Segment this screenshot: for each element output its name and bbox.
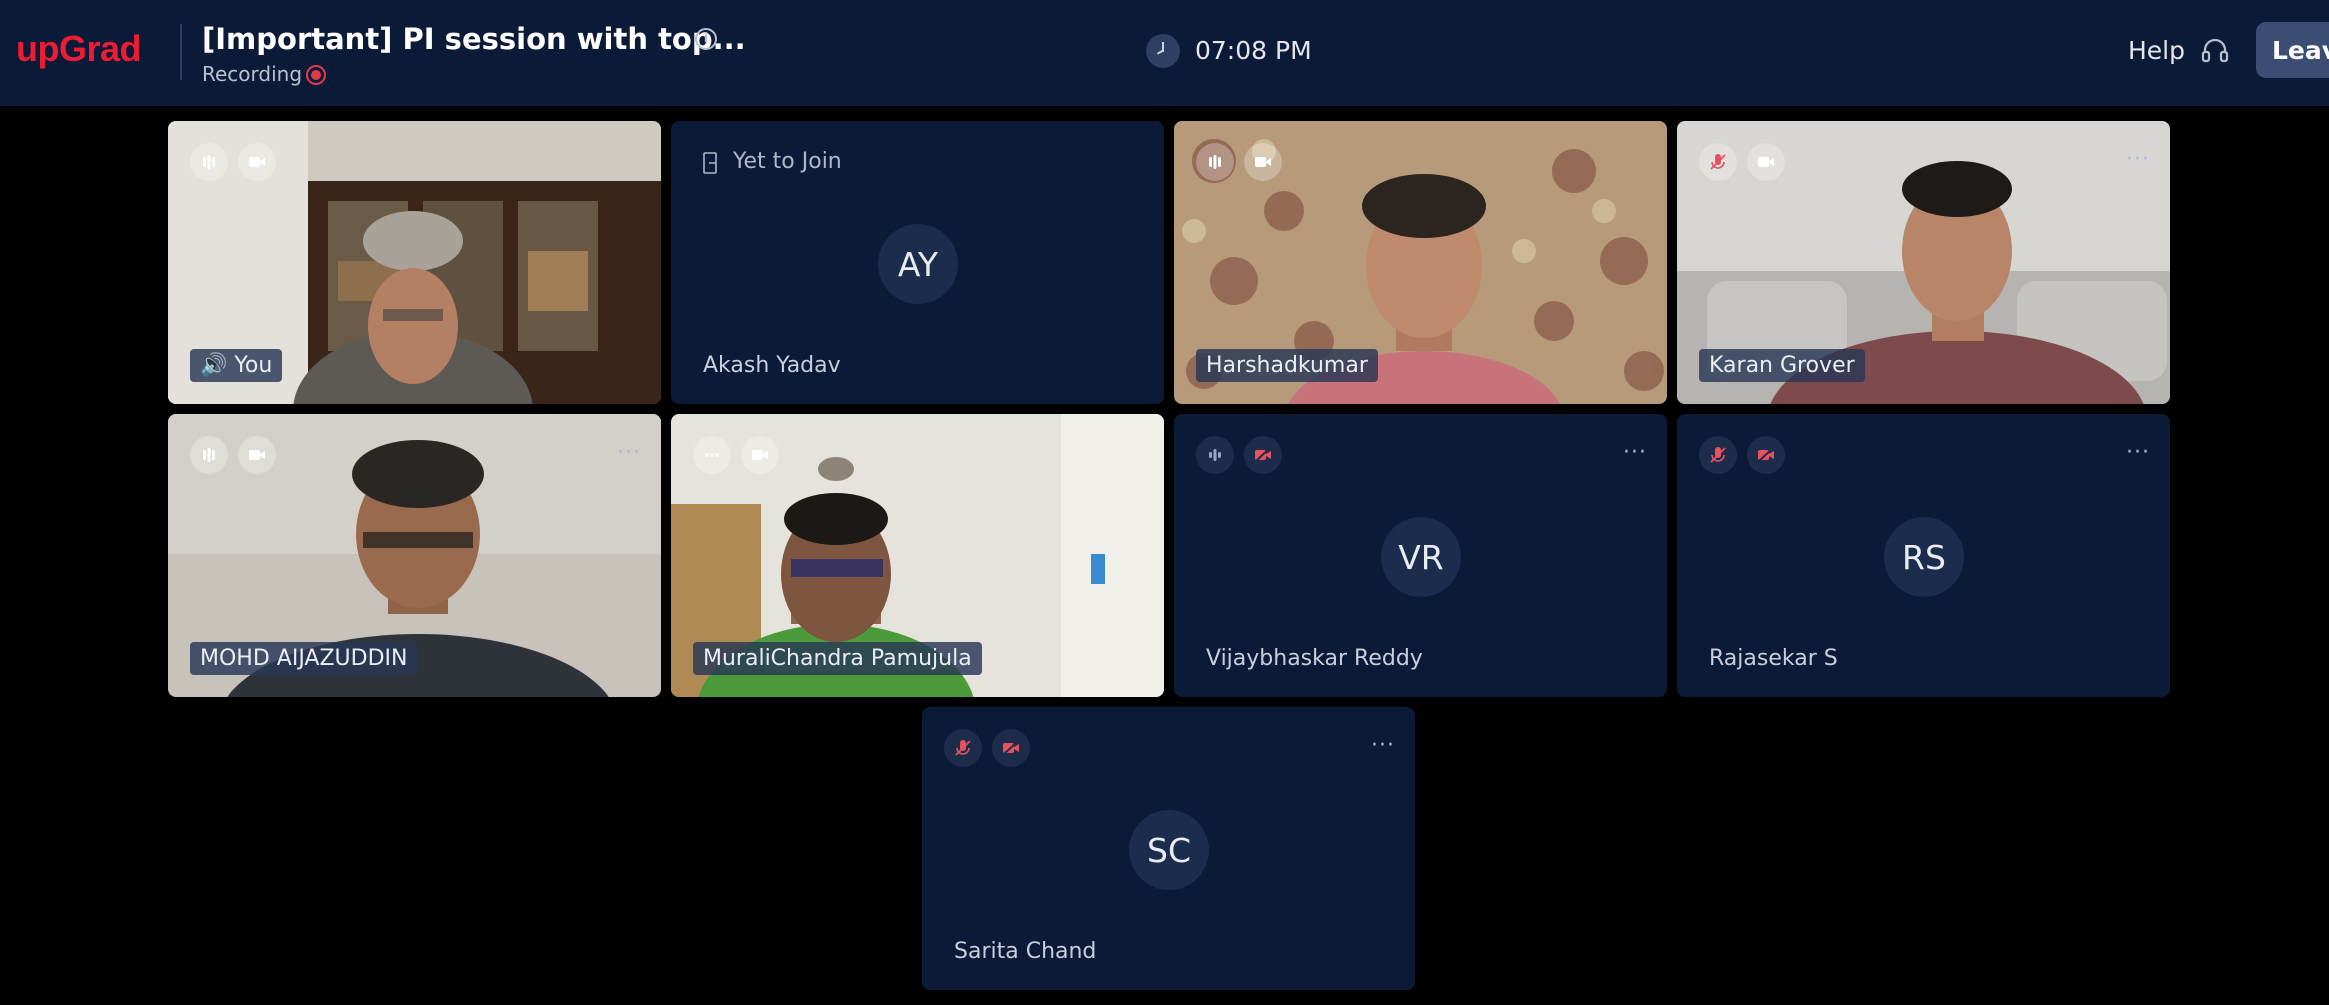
clock-icon [1146, 34, 1180, 68]
leave-button[interactable]: Leave [2256, 22, 2329, 78]
audio-level-icon [1196, 436, 1234, 474]
audio-level-icon [190, 436, 228, 474]
header-divider [180, 24, 182, 80]
participant-tile-harshadkumar[interactable]: Harshadkumar [1174, 121, 1667, 404]
more-options-icon[interactable]: ··· [617, 440, 641, 465]
camera-icon [741, 436, 779, 474]
participant-tile-vijaybhaskar-reddy[interactable]: ··· VR Vijaybhaskar Reddy [1174, 414, 1667, 697]
more-options-icon[interactable]: ··· [1623, 440, 1647, 465]
avatar: VR [1381, 517, 1461, 597]
help-button[interactable]: Help [2128, 36, 2185, 65]
camera-icon [238, 143, 276, 181]
mic-muted-icon [944, 729, 982, 767]
session-title: [Important] PI session with top... [202, 22, 746, 56]
session-time: 07:08 PM [1195, 36, 1312, 65]
participant-name: Rajasekar S [1709, 646, 1838, 671]
top-bar: upGrad [Important] PI session with top..… [0, 0, 2329, 106]
participant-tile-karan-grover[interactable]: ··· Karan Grover [1677, 121, 2170, 404]
recording-indicator-icon [306, 65, 326, 85]
upgrad-logo: upGrad [16, 28, 142, 69]
participant-name: Karan Grover [1699, 349, 1865, 382]
participant-tile-you[interactable]: 🔊 You [168, 121, 661, 404]
more-icon [693, 436, 731, 474]
participant-tile-rajasekar-s[interactable]: ··· RS Rajasekar S [1677, 414, 2170, 697]
participant-name: Harshadkumar [1196, 349, 1378, 382]
speaker-icon: 🔊 [200, 353, 235, 378]
join-door-icon [703, 152, 717, 174]
participant-tile-sarita-chand[interactable]: ··· SC Sarita Chand [922, 707, 1415, 990]
info-icon[interactable] [695, 28, 717, 50]
participant-name: MuraliChandra Pamujula [693, 642, 982, 675]
headset-icon[interactable] [2200, 36, 2230, 66]
audio-level-icon [1196, 143, 1234, 181]
participant-name: Vijaybhaskar Reddy [1206, 646, 1423, 671]
participant-tile-muralichandra-pamujula[interactable]: MuraliChandra Pamujula [671, 414, 1164, 697]
more-options-icon[interactable]: ··· [1371, 733, 1395, 758]
camera-off-icon [1747, 436, 1785, 474]
participant-tile-akash-yadav[interactable]: Yet to Join AY Akash Yadav [671, 121, 1164, 404]
recording-label: Recording [202, 62, 303, 86]
participant-name: 🔊 You [190, 349, 283, 382]
participant-name: Akash Yadav [703, 353, 841, 378]
join-status: Yet to Join [733, 149, 842, 174]
camera-off-icon [992, 729, 1030, 767]
more-options-icon[interactable]: ··· [2126, 147, 2150, 172]
audio-level-icon [190, 143, 228, 181]
participant-name: Sarita Chand [954, 939, 1097, 964]
avatar: AY [878, 224, 958, 304]
participant-tile-mohd-aijazuddin[interactable]: ··· MOHD AIJAZUDDIN [168, 414, 661, 697]
mic-muted-icon [1699, 436, 1737, 474]
camera-icon [1747, 143, 1785, 181]
camera-off-icon [1244, 436, 1282, 474]
camera-icon [238, 436, 276, 474]
avatar: SC [1129, 810, 1209, 890]
camera-icon [1244, 143, 1282, 181]
participant-name: MOHD AIJAZUDDIN [190, 642, 418, 675]
more-options-icon[interactable]: ··· [2126, 440, 2150, 465]
mic-muted-icon [1699, 143, 1737, 181]
avatar: RS [1884, 517, 1964, 597]
